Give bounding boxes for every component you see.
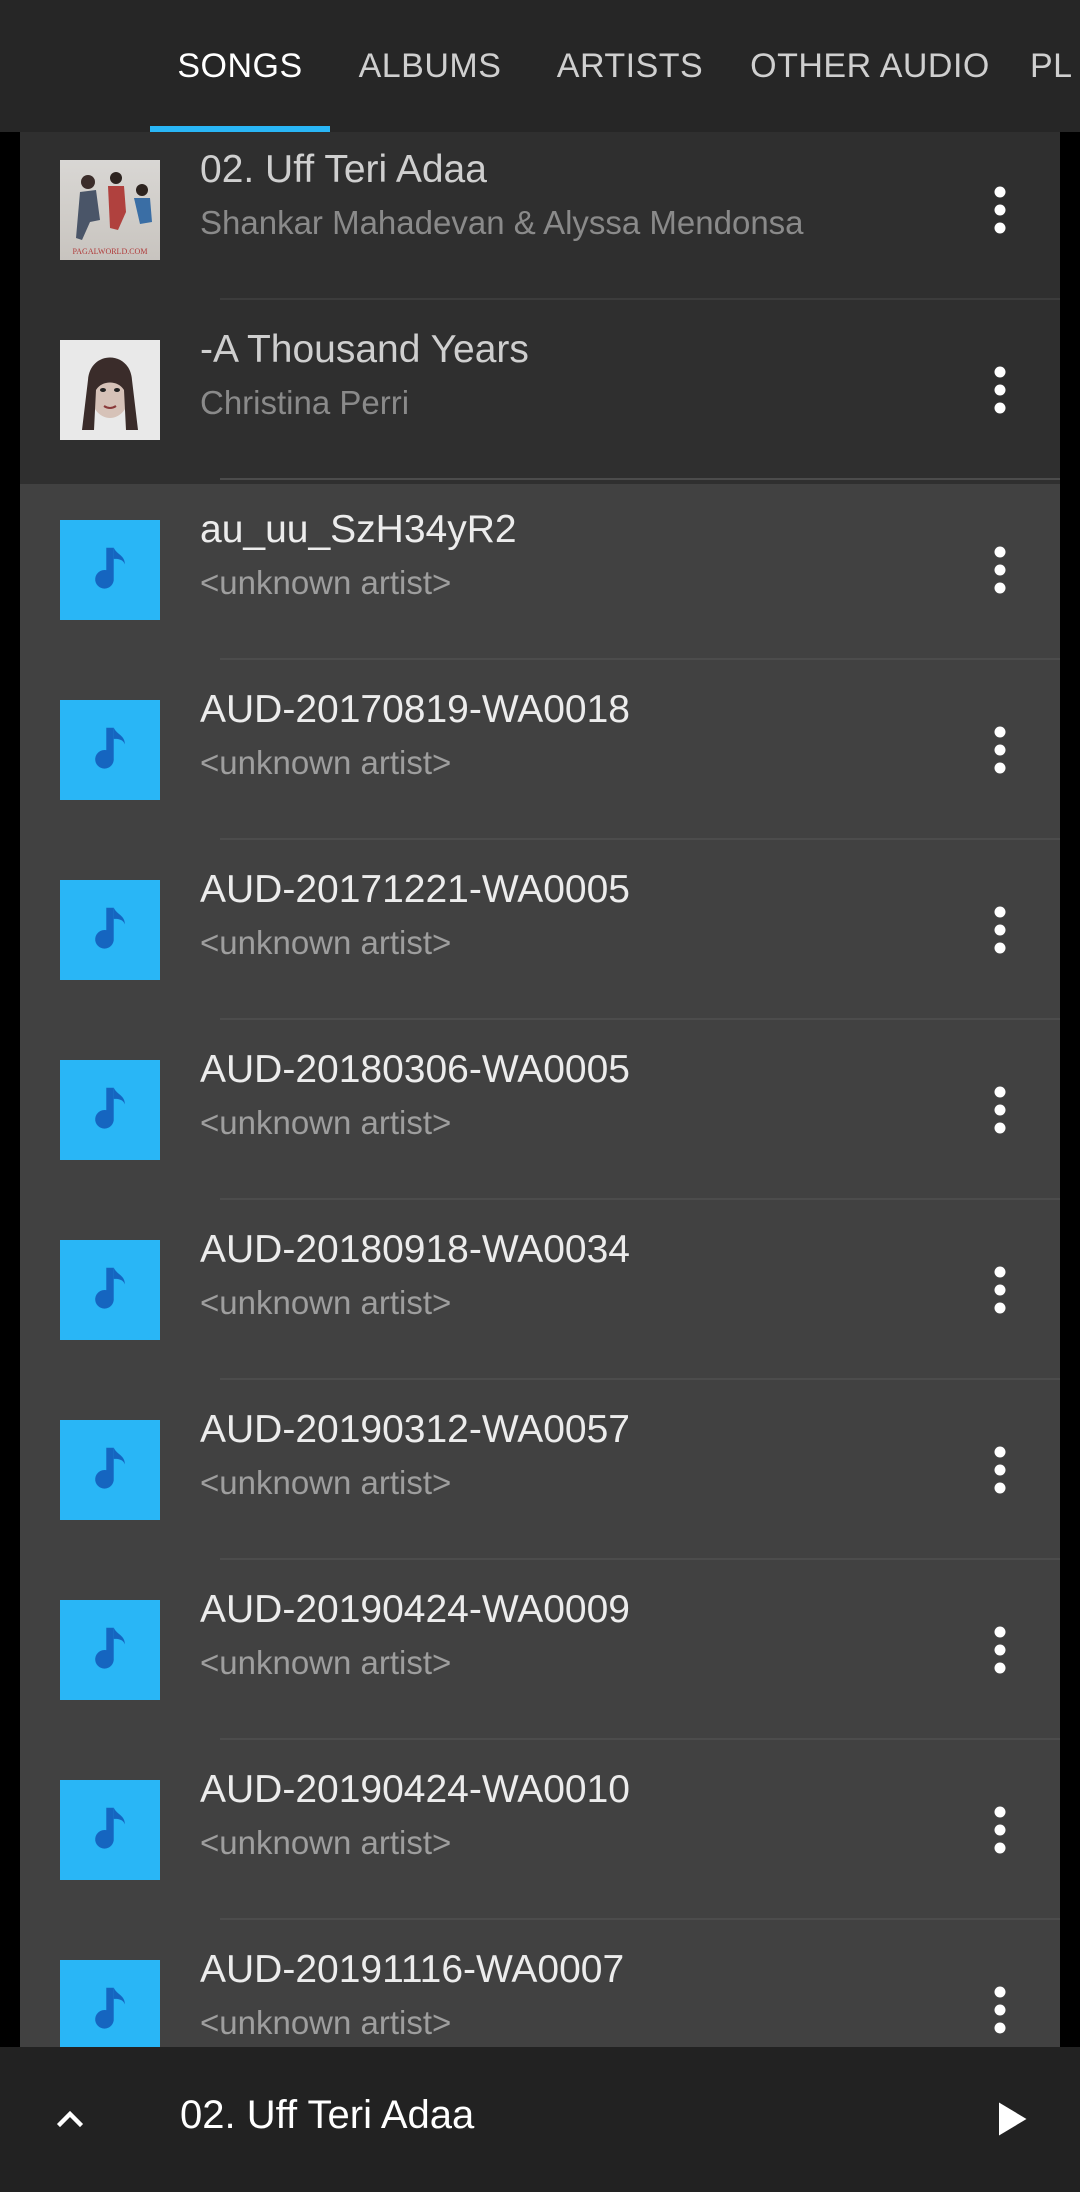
song-list-viewport: PAGALWORLD.COM 02. Uff Teri Adaa Shankar M… xyxy=(0,132,1080,2047)
more-options-icon[interactable] xyxy=(960,1790,1040,1870)
tab-bar: SONGS ALBUMS ARTISTS OTHER AUDIO PL xyxy=(0,0,1080,132)
music-note-icon xyxy=(60,1240,160,1340)
song-row[interactable]: AUD-20190424-WA0009 <unknown artist> xyxy=(20,1560,1060,1740)
album-art-watermark: PAGALWORLD.COM xyxy=(73,247,148,256)
music-note-icon xyxy=(60,1960,160,2047)
music-note-icon xyxy=(60,1780,160,1880)
music-note-icon xyxy=(60,1420,160,1520)
song-row[interactable]: AUD-20190312-WA0057 <unknown artist> xyxy=(20,1380,1060,1560)
more-options-icon[interactable] xyxy=(960,1070,1040,1150)
tab-artists[interactable]: ARTISTS xyxy=(540,0,720,132)
more-options-icon[interactable] xyxy=(960,1610,1040,1690)
song-artist: <unknown artist> xyxy=(200,744,452,781)
song-artist: Shankar Mahadevan & Alyssa Mendonsa xyxy=(200,204,804,241)
song-row[interactable]: AUD-20170819-WA0018 <unknown artist> xyxy=(20,660,1060,840)
song-title: AUD-20191116-WA0007 xyxy=(200,1948,625,1991)
music-note-icon xyxy=(60,700,160,800)
song-artist: <unknown artist> xyxy=(200,1284,452,1321)
song-artist: <unknown artist> xyxy=(200,564,452,601)
song-title: AUD-20190312-WA0057 xyxy=(200,1408,630,1451)
album-art: PAGALWORLD.COM xyxy=(60,160,160,260)
song-row[interactable]: AUD-20180918-WA0034 <unknown artist> xyxy=(20,1200,1060,1380)
tab-playlists[interactable]: PL xyxy=(1030,0,1080,132)
music-note-icon xyxy=(60,520,160,620)
song-title: AUD-20190424-WA0010 xyxy=(200,1768,630,1811)
song-title: AUD-20180306-WA0005 xyxy=(200,1048,630,1091)
song-artist: <unknown artist> xyxy=(200,2004,452,2041)
album-art xyxy=(60,340,160,440)
more-options-icon[interactable] xyxy=(960,170,1040,250)
more-options-icon[interactable] xyxy=(960,530,1040,610)
more-options-icon[interactable] xyxy=(960,1250,1040,1330)
song-title: AUD-20171221-WA0005 xyxy=(200,868,630,911)
music-note-icon xyxy=(60,1060,160,1160)
song-artist: <unknown artist> xyxy=(200,1824,452,1861)
song-title: AUD-20170819-WA0018 xyxy=(200,688,630,731)
song-artist: Christina Perri xyxy=(200,384,410,421)
more-options-icon[interactable] xyxy=(960,350,1040,430)
song-title: AUD-20180918-WA0034 xyxy=(200,1228,630,1271)
now-playing-title: 02. Uff Teri Adaa xyxy=(180,2093,475,2137)
song-row[interactable]: AUD-20180306-WA0005 <unknown artist> xyxy=(20,1020,1060,1200)
chevron-up-icon[interactable] xyxy=(30,2079,110,2159)
song-title: au_uu_SzH34yR2 xyxy=(200,508,517,551)
song-artist: <unknown artist> xyxy=(200,1104,452,1141)
music-note-icon xyxy=(60,880,160,980)
song-row[interactable]: AUD-20190424-WA0010 <unknown artist> xyxy=(20,1740,1060,1920)
tab-other-audio[interactable]: OTHER AUDIO xyxy=(740,0,1000,132)
song-row[interactable]: AUD-20171221-WA0005 <unknown artist> xyxy=(20,840,1060,1020)
tab-albums[interactable]: ALBUMS xyxy=(340,0,520,132)
song-row[interactable]: AUD-20191116-WA0007 <unknown artist> xyxy=(20,1920,1060,2047)
more-options-icon[interactable] xyxy=(960,1970,1040,2047)
song-title: 02. Uff Teri Adaa xyxy=(200,148,487,191)
song-artist: <unknown artist> xyxy=(200,924,452,961)
song-artist: <unknown artist> xyxy=(200,1464,452,1501)
play-icon[interactable] xyxy=(970,2079,1050,2159)
song-artist: <unknown artist> xyxy=(200,1644,452,1681)
more-options-icon[interactable] xyxy=(960,710,1040,790)
tab-songs[interactable]: SONGS xyxy=(150,0,330,132)
more-options-icon[interactable] xyxy=(960,890,1040,970)
song-row[interactable]: -A Thousand Years Christina Perri xyxy=(20,300,1060,480)
song-title: -A Thousand Years xyxy=(200,328,529,371)
song-row[interactable]: au_uu_SzH34yR2 <unknown artist> xyxy=(20,480,1060,660)
song-row[interactable]: PAGALWORLD.COM 02. Uff Teri Adaa Shankar M… xyxy=(20,132,1060,300)
more-options-icon[interactable] xyxy=(960,1430,1040,1510)
music-note-icon xyxy=(60,1600,160,1700)
now-playing-bar[interactable]: 02. Uff Teri Adaa xyxy=(0,2047,1080,2192)
song-title: AUD-20190424-WA0009 xyxy=(200,1588,630,1631)
